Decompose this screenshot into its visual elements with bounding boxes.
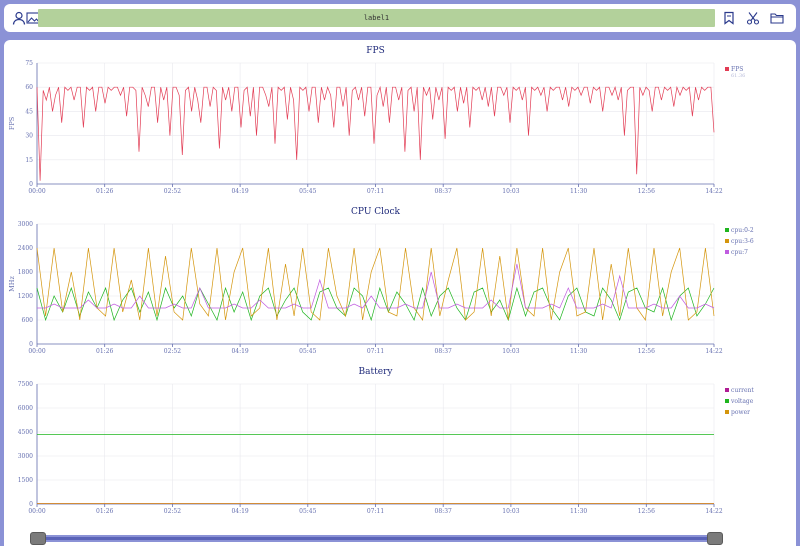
battery-legend-label: voltage	[730, 398, 754, 405]
battery-legend-swatch	[725, 399, 729, 403]
cpu-clock-y-tick-label: 0	[29, 341, 33, 348]
slider-start-handle[interactable]	[30, 532, 46, 545]
fps-x-tick-label: 12:56	[638, 188, 655, 195]
slider-line	[36, 537, 716, 540]
fps-x-tick-label: 04:19	[231, 188, 248, 195]
cpu-clock-x-tick-label: 00:00	[28, 348, 45, 355]
fps-y-tick-label: 0	[29, 181, 33, 188]
slider-end-handle[interactable]	[707, 532, 723, 545]
battery-legend-label: power	[731, 409, 750, 416]
battery-x-tick-label: 14:22	[705, 508, 722, 515]
fps-x-tick-label: 08:37	[435, 188, 452, 195]
battery-x-tick-label: 08:37	[435, 508, 452, 515]
cpu-clock-x-tick-label: 08:37	[435, 348, 452, 355]
cpu-clock-x-tick-label: 01:26	[96, 348, 113, 355]
fps-y-tick-label: 75	[25, 60, 33, 67]
fps-x-tick-label: 00:00	[28, 188, 45, 195]
time-range-slider[interactable]	[36, 535, 716, 542]
fps-x-tick-label: 11:30	[570, 188, 587, 195]
battery-x-tick-label: 04:19	[231, 508, 248, 515]
cpu-clock-x-tick-label: 14:22	[705, 348, 722, 355]
battery-title: Battery	[359, 367, 394, 377]
cpu-clock-y-tick-label: 1200	[18, 293, 33, 300]
battery-x-tick-label: 05:45	[299, 508, 316, 515]
battery-x-tick-label: 00:00	[28, 508, 45, 515]
cpu-clock-legend-swatch	[725, 228, 729, 232]
cpu-clock-x-tick-label: 11:30	[570, 348, 587, 355]
battery-y-tick-label: 6000	[18, 405, 33, 412]
battery-x-tick-label: 07:11	[367, 508, 384, 515]
cpu-clock-y-tick-label: 1800	[18, 269, 33, 276]
battery-x-tick-label: 12:56	[638, 508, 655, 515]
fps-y-tick-label: 45	[25, 108, 33, 115]
cpu-clock-x-tick-label: 02:52	[164, 348, 181, 355]
fps-title: FPS	[366, 46, 384, 56]
battery-legend-swatch	[725, 388, 729, 392]
cpu-clock-x-tick-label: 12:56	[638, 348, 655, 355]
fps-x-tick-label: 02:52	[164, 188, 181, 195]
cpu-clock-legend-swatch	[725, 250, 729, 254]
cpu-clock-y-tick-label: 3000	[18, 221, 33, 228]
cpu-clock-title: CPU Clock	[351, 207, 400, 217]
battery-x-tick-label: 01:26	[96, 508, 113, 515]
fps-legend-value: 61.36	[731, 73, 745, 79]
battery-y-tick-label: 3000	[18, 453, 33, 460]
fps-x-tick-label: 05:45	[299, 188, 316, 195]
cpu-clock-x-tick-label: 07:11	[367, 348, 384, 355]
battery-x-tick-label: 02:52	[164, 508, 181, 515]
fps-x-tick-label: 14:22	[705, 188, 722, 195]
fps-x-tick-label: 07:11	[367, 188, 384, 195]
fps-x-tick-label: 10:03	[502, 188, 519, 195]
battery-y-tick-label: 1500	[18, 477, 33, 484]
battery-x-tick-label: 10:03	[502, 508, 519, 515]
fps-legend-swatch	[725, 67, 729, 71]
cpu-clock-x-tick-label: 05:45	[299, 348, 316, 355]
battery-legend-label: current	[731, 387, 754, 394]
fps-y-tick-label: 15	[25, 157, 33, 164]
cpu-clock-x-tick-label: 10:03	[502, 348, 519, 355]
cpu-clock-legend-label: cpu:7	[731, 249, 748, 256]
cpu-clock-legend-label: cpu:3-6	[731, 238, 754, 245]
fps-y-axis-label: FPS	[8, 117, 16, 130]
cpu-clock-y-tick-label: 2400	[18, 245, 33, 252]
fps-y-tick-label: 30	[25, 133, 33, 140]
battery-y-tick-label: 0	[29, 501, 33, 508]
battery-y-tick-label: 7500	[18, 381, 33, 388]
cpu-clock-x-tick-label: 04:19	[231, 348, 248, 355]
fps-y-tick-label: 60	[25, 84, 33, 91]
fps-legend-label: FPS	[731, 66, 743, 73]
battery-legend-swatch	[725, 410, 729, 414]
fps-x-tick-label: 01:26	[96, 188, 113, 195]
charts-canvas: FPS 0 15 30 45 60 75 00:00 01:26 02:52 04:19 05:45 0…	[8, 46, 754, 515]
cpu-clock-y-tick-label: 600	[22, 317, 34, 324]
battery-y-tick-label: 4500	[18, 429, 33, 436]
cpu-clock-y-axis-label: MHz	[8, 276, 16, 292]
cpu-clock-legend-label: cpu:0-2	[731, 227, 754, 234]
cpu-clock-legend-swatch	[725, 239, 729, 243]
battery-x-tick-label: 11:30	[570, 508, 587, 515]
